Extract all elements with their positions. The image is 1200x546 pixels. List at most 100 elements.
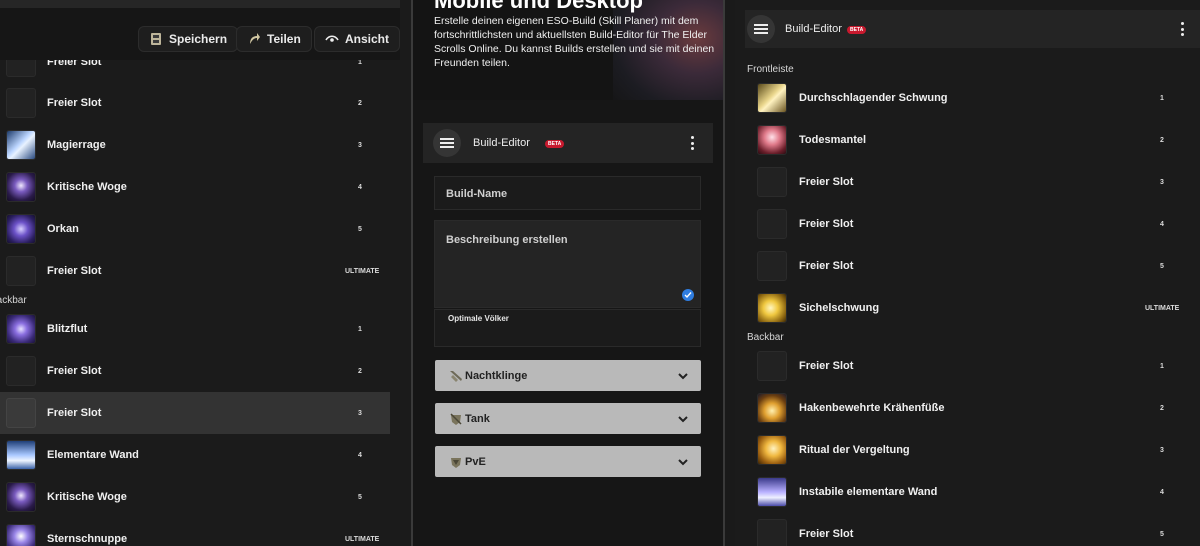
slot-number: 3 <box>358 410 362 417</box>
more-options-icon[interactable] <box>691 136 694 150</box>
slot-number: 5 <box>358 226 362 233</box>
slot-row[interactable]: Magierrage 3 <box>0 124 390 166</box>
slot-number: 1 <box>358 326 362 333</box>
slot-name: Blitzflut <box>47 323 88 335</box>
build-name-placeholder: Build-Name <box>446 188 508 200</box>
slot-number: 5 <box>1160 263 1164 270</box>
races-select[interactable]: Optimale Völker <box>434 309 701 347</box>
save-label: Speichern <box>169 32 228 46</box>
menu-icon-line <box>440 146 454 148</box>
slot-number: 2 <box>358 368 362 375</box>
slot-row[interactable]: Freier Slot 2 <box>0 350 390 392</box>
empty-slot-icon <box>757 209 787 239</box>
slot-number: 4 <box>358 184 362 191</box>
view-button[interactable]: Ansicht <box>314 26 401 52</box>
empty-slot-icon <box>6 256 36 286</box>
slot-row[interactable]: Freier Slot 1 <box>735 345 1185 387</box>
class-accordion[interactable]: Nachtklinge <box>435 360 701 391</box>
slot-row-selected[interactable]: Freier Slot 3 <box>0 392 390 434</box>
hero-banner: Mobile und Desktop Erstelle deinen eigen… <box>413 0 723 100</box>
chevron-down-icon <box>678 373 688 380</box>
description-placeholder: Beschreibung erstellen <box>446 234 568 246</box>
slot-row[interactable]: Freier Slot ULTIMATE <box>0 250 390 292</box>
slot-row[interactable]: Freier Slot 5 <box>735 513 1185 546</box>
slot-number: 5 <box>358 494 362 501</box>
lightning-flood-icon <box>6 314 36 344</box>
mages-wrath-icon <box>6 130 36 160</box>
toolbar-top-strip <box>0 0 400 8</box>
piercing-sweep-icon <box>757 83 787 113</box>
beta-badge: BETA <box>545 140 565 148</box>
menu-icon-line <box>754 28 768 30</box>
left-toolbar: Speichern Teilen Ansicht <box>0 0 401 60</box>
slot-row[interactable]: Durchschlagender Schwung 1 <box>735 77 1185 119</box>
menu-icon-line <box>440 142 454 144</box>
slot-name: Todesmantel <box>799 134 867 146</box>
death-cloak-icon <box>757 125 787 155</box>
slot-number: 5 <box>1160 531 1164 538</box>
slot-name: Freier Slot <box>799 218 854 230</box>
slot-row[interactable]: Kritische Woge 5 <box>0 476 390 518</box>
slot-row[interactable]: Freier Slot 2 <box>0 82 390 124</box>
slot-number: 1 <box>1160 363 1164 370</box>
editor-title: Build-Editor <box>785 23 842 35</box>
menu-button[interactable] <box>433 129 461 157</box>
description-textarea[interactable]: Beschreibung erstellen <box>434 220 701 308</box>
slot-row[interactable]: Instabile elementare Wand 4 <box>735 471 1185 513</box>
slot-name: Sichelschwung <box>799 302 880 314</box>
slot-row[interactable]: Orkan 5 <box>0 208 390 250</box>
menu-icon-line <box>754 32 768 34</box>
accordion-label: Nachtklinge <box>465 369 528 382</box>
slot-name: Sternschnuppe <box>47 533 128 545</box>
slot-name: Magierrage <box>47 139 106 151</box>
empty-slot-icon <box>757 351 787 381</box>
slot-name: Kritische Woge <box>47 491 127 503</box>
elemental-wall-icon <box>6 440 36 470</box>
backbar-label: Backbar <box>747 332 784 343</box>
slot-row[interactable]: Freier Slot 3 <box>735 161 1185 203</box>
slot-number: ULTIMATE <box>1145 305 1180 312</box>
slot-name: Hakenbewehrte Krähenfüße <box>799 402 945 414</box>
slot-name: Durchschlagender Schwung <box>799 92 948 104</box>
slot-name: Freier Slot <box>47 365 102 377</box>
slot-row[interactable]: Ritual der Vergeltung 3 <box>735 429 1185 471</box>
slot-number: 2 <box>358 100 362 107</box>
save-icon <box>151 33 161 45</box>
frontbar-label: Frontleiste <box>747 64 794 75</box>
slot-name: Ritual der Vergeltung <box>799 444 910 456</box>
slot-number: 3 <box>358 142 362 149</box>
nightblade-icon <box>450 371 462 382</box>
slot-name: Kritische Woge <box>47 181 127 193</box>
menu-button[interactable] <box>747 15 775 43</box>
slot-name: Orkan <box>47 223 79 235</box>
slot-row[interactable]: Freier Slot 4 <box>735 203 1185 245</box>
slot-row[interactable]: Todesmantel 2 <box>735 119 1185 161</box>
slot-row[interactable]: Freier Slot 5 <box>735 245 1185 287</box>
slot-number: 4 <box>1160 221 1164 228</box>
empty-slot-icon <box>757 519 787 546</box>
slot-row[interactable]: Elementare Wand 4 <box>0 434 390 476</box>
check-icon <box>682 289 694 301</box>
editor-header: Build-Editor BETA <box>745 10 1200 48</box>
role-accordion[interactable]: Tank <box>435 403 701 434</box>
save-button[interactable]: Speichern <box>138 26 239 52</box>
menu-icon-line <box>440 138 454 140</box>
menu-icon-line <box>754 24 768 26</box>
more-options-icon[interactable] <box>1181 22 1184 36</box>
empty-slot-icon <box>757 251 787 281</box>
slot-row[interactable]: Sternschnuppe ULTIMATE <box>0 518 390 546</box>
hurricane-icon <box>6 214 36 244</box>
critical-surge-icon <box>6 482 36 512</box>
build-name-input[interactable]: Build-Name <box>434 176 701 210</box>
mode-accordion[interactable]: PvE <box>435 446 701 477</box>
slot-row[interactable]: Hakenbewehrte Krähenfüße 2 <box>735 387 1185 429</box>
left-build-panel: Freier Slot 1 Freier Slot 2 Magierrage 3… <box>0 0 411 546</box>
share-button[interactable]: Teilen <box>236 26 312 52</box>
slot-row[interactable]: Blitzflut 1 <box>0 308 390 350</box>
empty-slot-icon <box>757 167 787 197</box>
slot-row[interactable]: Kritische Woge 4 <box>0 166 390 208</box>
accordion-label: PvE <box>465 455 486 468</box>
slot-name: Freier Slot <box>47 265 102 277</box>
slot-row[interactable]: Sichelschwung ULTIMATE <box>735 287 1185 329</box>
slot-number: 3 <box>1160 179 1164 186</box>
